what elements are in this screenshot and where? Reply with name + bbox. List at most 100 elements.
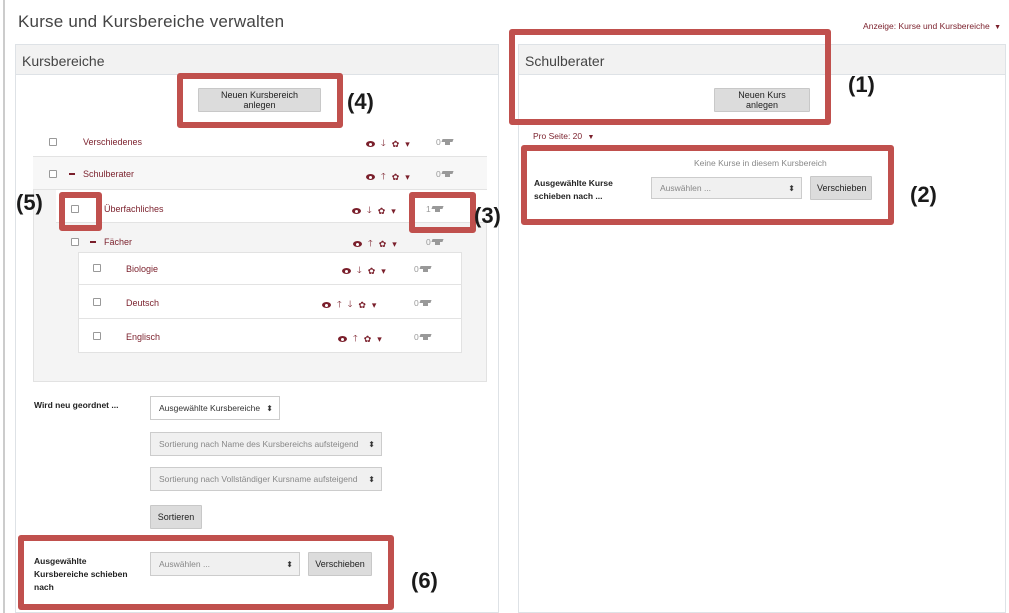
per-page-label: Pro Seite: 20 bbox=[533, 131, 583, 141]
eye-icon[interactable] bbox=[352, 208, 361, 214]
resort-scope-select[interactable]: Ausgewählte Kursbereiche ⬍ bbox=[150, 396, 280, 420]
annotation-box-5 bbox=[59, 192, 102, 231]
gear-icon[interactable]: ✿ bbox=[364, 334, 372, 345]
category-name[interactable]: Deutsch bbox=[126, 298, 159, 308]
arrow-up-icon[interactable]: 🡑 bbox=[381, 169, 386, 185]
course-count: 0 bbox=[414, 264, 431, 274]
course-count-value: 0 bbox=[414, 298, 419, 308]
category-checkbox[interactable] bbox=[93, 298, 101, 306]
sort-button[interactable]: Sortieren bbox=[150, 505, 202, 529]
course-count: 0 bbox=[426, 237, 443, 247]
menu-caret-icon[interactable]: ▾ bbox=[381, 266, 386, 277]
category-actions: 🡓 ✿ ▾ bbox=[352, 203, 396, 219]
select-arrow-icon: ⬍ bbox=[368, 439, 375, 449]
menu-caret-icon[interactable]: ▾ bbox=[405, 139, 410, 150]
chevron-down-icon: ▼ bbox=[994, 24, 1001, 31]
course-count: 0 bbox=[436, 169, 453, 179]
arrow-down-icon[interactable]: 🡓 bbox=[357, 263, 362, 279]
annotation-box-3 bbox=[409, 192, 476, 233]
eye-icon[interactable] bbox=[353, 241, 362, 247]
category-actions: 🡑 🡓 ✿ ▾ bbox=[322, 297, 376, 313]
gear-icon[interactable]: ✿ bbox=[358, 300, 366, 311]
menu-caret-icon[interactable]: ▾ bbox=[377, 334, 382, 345]
course-count: 0 bbox=[414, 298, 431, 308]
gear-icon[interactable]: ✿ bbox=[392, 139, 400, 150]
category-checkbox[interactable] bbox=[93, 264, 101, 272]
menu-caret-icon[interactable]: ▾ bbox=[391, 206, 396, 217]
course-count-value: 0 bbox=[414, 264, 419, 274]
graduation-cap-icon bbox=[442, 138, 453, 146]
resort-scope-value: Ausgewählte Kursbereiche bbox=[159, 403, 261, 413]
select-arrow-icon: ⬍ bbox=[266, 403, 273, 413]
category-name[interactable]: Fächer bbox=[104, 237, 132, 247]
course-count-value: 0 bbox=[414, 332, 419, 342]
gear-icon[interactable]: ✿ bbox=[378, 206, 386, 217]
eye-icon[interactable] bbox=[338, 336, 347, 342]
category-actions: 🡓 ✿ ▾ bbox=[342, 263, 386, 279]
gear-icon[interactable]: ✿ bbox=[368, 266, 376, 277]
course-count: 0 bbox=[436, 137, 453, 147]
view-mode-dropdown[interactable]: Anzeige: Kurse und Kursbereiche ▼ bbox=[863, 21, 1001, 31]
graduation-cap-icon bbox=[420, 333, 431, 341]
annotation-label-3: (3) bbox=[474, 203, 501, 228]
course-count-value: 0 bbox=[426, 237, 431, 247]
resort-label: Wird neu geordnet ... bbox=[34, 400, 119, 410]
arrow-down-icon[interactable]: 🡓 bbox=[348, 297, 353, 313]
annotation-label-6: (6) bbox=[411, 568, 438, 593]
graduation-cap-icon bbox=[420, 265, 431, 273]
category-actions: 🡑 ✿ ▾ bbox=[353, 236, 397, 252]
category-checkbox[interactable] bbox=[49, 138, 57, 146]
course-count-value: 0 bbox=[436, 169, 441, 179]
category-actions: 🡓 ✿ ▾ bbox=[366, 136, 410, 152]
category-checkbox[interactable] bbox=[93, 332, 101, 340]
category-name[interactable]: Überfachliches bbox=[104, 204, 164, 214]
graduation-cap-icon bbox=[420, 299, 431, 307]
arrow-up-icon[interactable]: 🡑 bbox=[337, 297, 342, 313]
menu-caret-icon[interactable]: ▾ bbox=[372, 300, 377, 311]
menu-caret-icon[interactable]: ▾ bbox=[392, 239, 397, 250]
gear-icon[interactable]: ✿ bbox=[379, 239, 387, 250]
view-mode-label: Anzeige: Kurse und Kursbereiche bbox=[863, 21, 990, 31]
arrow-up-icon[interactable]: 🡑 bbox=[368, 236, 373, 252]
collapse-icon[interactable] bbox=[69, 173, 75, 175]
arrow-up-icon[interactable]: 🡑 bbox=[353, 331, 358, 347]
graduation-cap-icon bbox=[442, 170, 453, 178]
sort-courses-select[interactable]: Sortierung nach Vollständiger Kursname a… bbox=[150, 467, 382, 491]
annotation-label-1: (1) bbox=[848, 72, 875, 97]
eye-icon[interactable] bbox=[366, 174, 375, 180]
annotation-label-5: (5) bbox=[16, 190, 43, 215]
sort-categories-select[interactable]: Sortierung nach Name des Kursbereichs au… bbox=[150, 432, 382, 456]
course-count-value: 0 bbox=[436, 137, 441, 147]
select-arrow-icon: ⬍ bbox=[368, 474, 375, 484]
collapse-icon[interactable] bbox=[90, 241, 96, 243]
menu-caret-icon[interactable]: ▾ bbox=[405, 172, 410, 183]
category-checkbox[interactable] bbox=[71, 238, 79, 246]
eye-icon[interactable] bbox=[322, 302, 331, 308]
eye-icon[interactable] bbox=[366, 141, 375, 147]
course-count: 0 bbox=[414, 332, 431, 342]
category-name[interactable]: Verschiedenes bbox=[83, 137, 142, 147]
category-name[interactable]: Biologie bbox=[126, 264, 158, 274]
annotation-box-4 bbox=[177, 73, 343, 128]
gear-icon[interactable]: ✿ bbox=[392, 172, 400, 183]
category-name[interactable]: Schulberater bbox=[83, 169, 134, 179]
page-title: Kurse und Kursbereiche verwalten bbox=[18, 12, 285, 31]
category-checkbox[interactable] bbox=[49, 170, 57, 178]
categories-panel-title: Kursbereiche bbox=[16, 45, 498, 75]
annotation-box-2 bbox=[521, 145, 894, 225]
annotation-box-1 bbox=[509, 29, 831, 125]
sort-courses-value: Sortierung nach Vollständiger Kursname a… bbox=[159, 474, 358, 484]
arrow-down-icon[interactable]: 🡓 bbox=[381, 136, 386, 152]
category-name[interactable]: Englisch bbox=[126, 332, 160, 342]
arrow-down-icon[interactable]: 🡓 bbox=[367, 203, 372, 219]
category-actions: 🡑 ✿ ▾ bbox=[338, 331, 382, 347]
category-actions: 🡑 ✿ ▾ bbox=[366, 169, 410, 185]
per-page-dropdown[interactable]: Pro Seite: 20 ▼ bbox=[533, 131, 594, 141]
sort-categories-value: Sortierung nach Name des Kursbereichs au… bbox=[159, 439, 359, 449]
window-left-edge bbox=[3, 0, 5, 613]
chevron-down-icon: ▼ bbox=[587, 134, 595, 141]
eye-icon[interactable] bbox=[342, 268, 351, 274]
annotation-label-2: (2) bbox=[910, 182, 937, 207]
graduation-cap-icon bbox=[432, 238, 443, 246]
courses-panel: Schulberater bbox=[518, 44, 1006, 613]
